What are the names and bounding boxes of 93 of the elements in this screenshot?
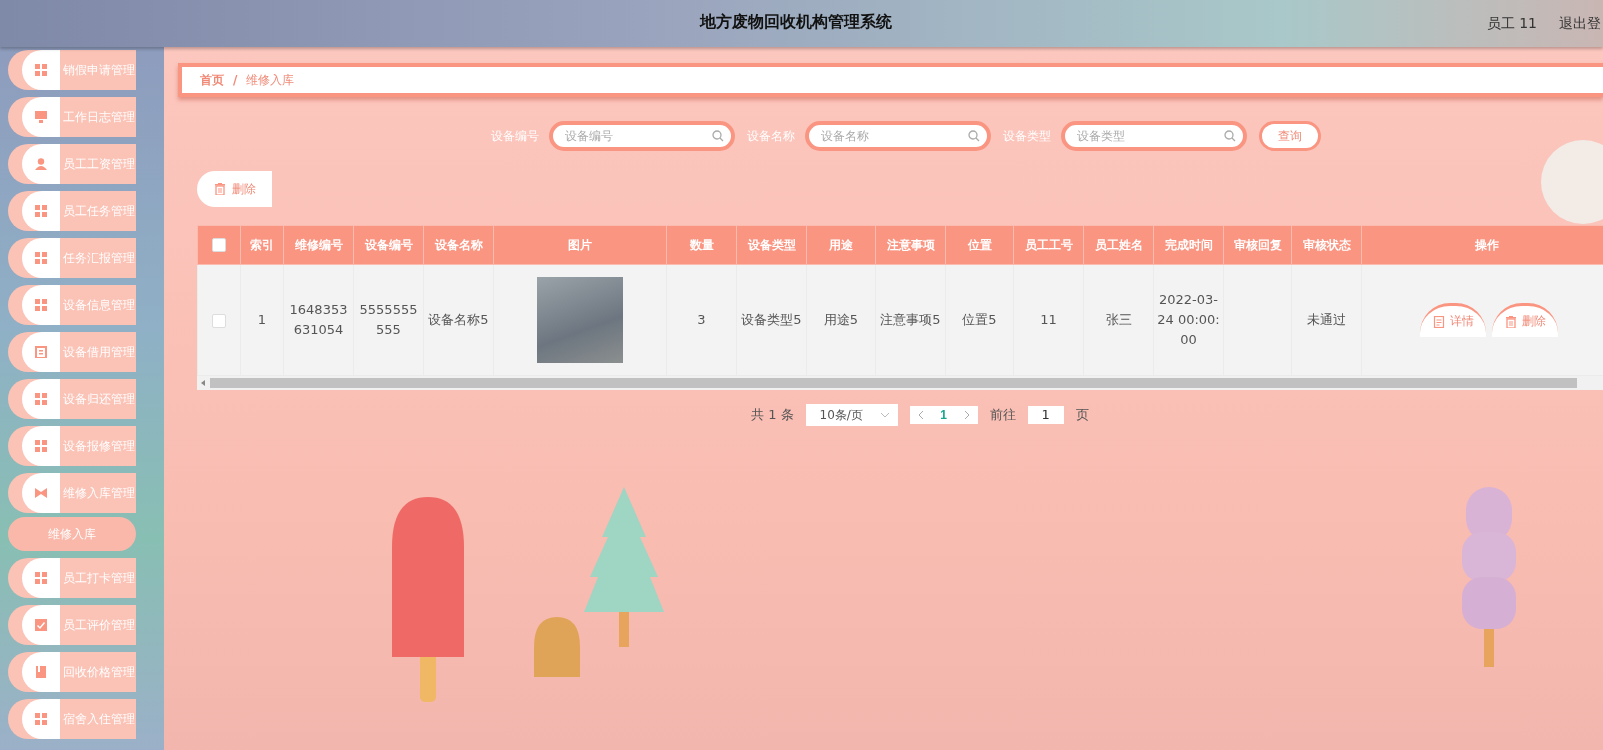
sidebar-menu-item[interactable]: 员工评价管理: [8, 605, 136, 645]
goto-label: 前往: [989, 406, 1016, 424]
sidebar-menu-item[interactable]: 宿舍入住管理: [8, 699, 136, 739]
table-cell: 2022-03-24 00:00:00: [1153, 264, 1224, 376]
grid-icon: [35, 252, 47, 264]
breadcrumb-link[interactable]: 维修入库: [246, 71, 295, 89]
chevron-left-icon[interactable]: [917, 410, 924, 420]
grid-icon: [35, 393, 47, 405]
table-cell: 位置5: [945, 264, 1014, 376]
detail-button[interactable]: 详情: [1420, 303, 1486, 337]
trash-icon: [213, 183, 226, 195]
row-checkbox[interactable]: [212, 313, 226, 328]
column-header: 审核状态: [1291, 225, 1362, 265]
total-count: 共 1 条: [751, 406, 794, 424]
horizontal-scrollbar[interactable]: [197, 376, 1603, 390]
sidebar-menu-item[interactable]: 员工任务管理: [8, 191, 136, 231]
checkbox-icon: [35, 619, 47, 631]
column-header: 维修编号: [283, 225, 354, 265]
column-header: 设备名称: [423, 225, 494, 265]
sidebar-menu-item[interactable]: 工作日志管理: [8, 97, 136, 137]
column-header: 用途: [806, 225, 876, 265]
caret-icon: [879, 412, 890, 418]
column-header: 员工工号: [1013, 225, 1084, 265]
book-icon: [35, 666, 47, 678]
column-header: 完成时间: [1153, 225, 1224, 265]
chevron-right-icon[interactable]: [963, 410, 970, 420]
document-icon: [1432, 315, 1445, 328]
scroll-left-icon[interactable]: [201, 380, 206, 386]
grid-icon: [35, 299, 47, 311]
delete-button[interactable]: 删除: [197, 171, 272, 207]
table-cell: 1648353631054: [283, 264, 354, 376]
field-label: 设备名称: [746, 127, 795, 145]
field-label: 设备编号: [490, 127, 539, 145]
field-label: 设备类型: [1002, 127, 1051, 145]
column-header: 设备类型: [736, 225, 807, 265]
grid-icon: [35, 572, 47, 584]
search-field[interactable]: 设备编号: [548, 121, 735, 151]
bowtie-icon: [35, 487, 47, 499]
grid-icon: [35, 440, 47, 452]
sidebar-menu-item[interactable]: 员工打卡管理: [8, 558, 136, 598]
column-header: 员工姓名: [1083, 225, 1154, 265]
monitor-icon: [35, 111, 47, 123]
sidebar-menu-item[interactable]: 维修入库管理: [8, 473, 136, 513]
sidebar-menu-item[interactable]: 员工工资管理: [8, 144, 136, 184]
grid-icon: [35, 64, 47, 76]
column-header: 数量: [666, 225, 737, 265]
search-icon: [967, 130, 980, 142]
sidebar-menu-item[interactable]: 设备归还管理: [8, 379, 136, 419]
submenu-item[interactable]: 维修入库: [8, 517, 136, 551]
column-header: 审核回复: [1223, 225, 1292, 265]
trash-icon: [1504, 315, 1517, 328]
table-cell: 设备名称5: [423, 264, 494, 376]
breadcrumb-link[interactable]: 首页: [200, 71, 224, 89]
sidebar-menu-item[interactable]: 设备信息管理: [8, 285, 136, 325]
dome-drawing: [534, 617, 580, 677]
column-header: 设备编号: [353, 225, 424, 265]
table-cell: 未通过: [1291, 264, 1362, 376]
sidebar-menu-item[interactable]: 回收价格管理: [8, 652, 136, 692]
clipboard-icon: [35, 346, 47, 358]
sidebar-menu-item[interactable]: 设备报修管理: [8, 426, 136, 466]
column-header: 索引: [240, 225, 284, 265]
table-cell: 5555555555: [353, 264, 424, 376]
sidebar-menu-item[interactable]: 任务汇报管理: [8, 238, 136, 278]
table-cell: 11: [1013, 264, 1084, 376]
select-all-checkbox[interactable]: [212, 238, 226, 253]
search-icon: [711, 130, 724, 142]
user-name: 员工 11: [1486, 14, 1537, 33]
table-cell: 用途5: [806, 264, 876, 376]
column-header: 位置: [945, 225, 1014, 265]
sidebar-menu-item[interactable]: 销假申请管理: [8, 50, 136, 90]
page-input[interactable]: 1: [1027, 406, 1064, 424]
page-size-select[interactable]: 10条/页: [805, 404, 898, 426]
search-field[interactable]: 设备类型: [1060, 121, 1247, 151]
search-icon: [1223, 130, 1236, 142]
sidebar-menu-item[interactable]: 设备借用管理: [8, 332, 136, 372]
table-cell: 设备类型5: [736, 264, 807, 376]
search-button[interactable]: 查询: [1258, 121, 1321, 151]
table-cell: 3: [666, 264, 737, 376]
table-cell: 1: [240, 264, 284, 376]
table-cell: 注意事项5: [875, 264, 946, 376]
table-cell: 张三: [1083, 264, 1154, 376]
column-header: 注意事项: [875, 225, 946, 265]
grid-icon: [35, 205, 47, 217]
app-title: 地方废物回收机构管理系统: [700, 12, 892, 33]
grid-icon: [35, 713, 47, 725]
logout-link[interactable]: 退出登: [1559, 14, 1601, 33]
delete-button[interactable]: 删除: [1492, 303, 1558, 337]
page-suffix: 页: [1075, 406, 1089, 424]
person-icon: [35, 158, 47, 170]
column-header: 操作: [1361, 225, 1603, 265]
search-field[interactable]: 设备名称: [804, 121, 991, 151]
column-header: 图片: [493, 225, 667, 265]
breadcrumb-separator: /: [233, 73, 238, 87]
